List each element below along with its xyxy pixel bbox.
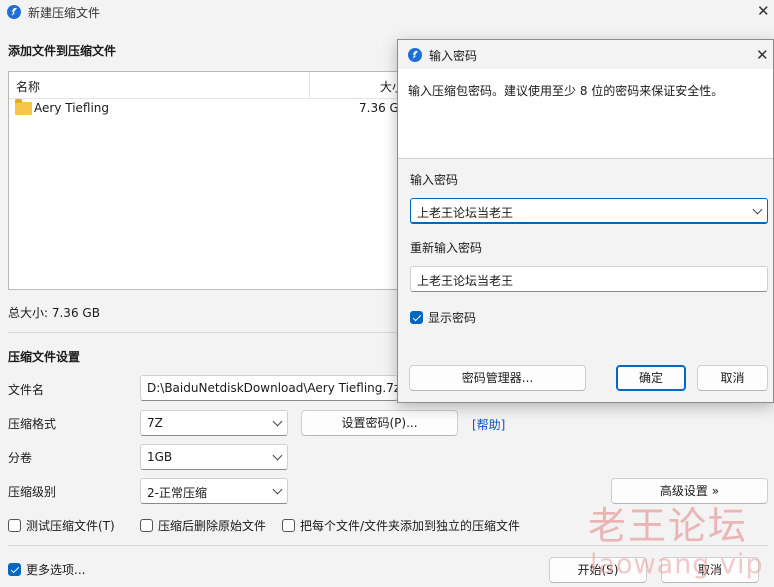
format-value: 7Z <box>147 416 163 430</box>
add-files-section-title: 添加文件到压缩文件 <box>8 44 117 58</box>
filename-label: 文件名 <box>8 383 45 397</box>
window-title: 新建压缩文件 <box>28 6 101 20</box>
watermark-url: laowang.vip <box>590 549 764 580</box>
file-list[interactable]: 名称 大小 Aery Tiefling 7.36 GB <box>8 71 410 290</box>
ok-button[interactable]: 确定 <box>616 365 686 391</box>
show-password-label: 显示密码 <box>428 311 477 325</box>
separate-archives-label: 把每个文件/文件夹添加到独立的压缩文件 <box>300 519 521 533</box>
help-link[interactable]: [帮助] <box>472 416 505 433</box>
close-icon[interactable]: ✕ <box>757 2 770 20</box>
divider <box>8 332 408 333</box>
checkbox-box[interactable] <box>410 311 423 324</box>
split-label: 分卷 <box>8 451 33 465</box>
delete-after-checkbox[interactable]: 压缩后删除原始文件 <box>140 517 266 534</box>
dialog-cancel-button[interactable]: 取消 <box>697 365 768 391</box>
set-password-button[interactable]: 设置密码(P)... <box>301 410 458 436</box>
password-value: 上老王论坛当老王 <box>417 206 514 220</box>
test-archive-checkbox[interactable]: 测试压缩文件(T) <box>8 517 115 534</box>
checkbox-box[interactable] <box>140 519 153 532</box>
settings-section-title: 压缩文件设置 <box>8 350 81 364</box>
dialog-description: 输入压缩包密码。建议使用至少 8 位的密码来保证安全性。 <box>408 84 724 98</box>
password-manager-button[interactable]: 密码管理器... <box>409 365 586 391</box>
chevron-down-icon[interactable] <box>752 204 763 215</box>
app-icon <box>408 48 422 62</box>
checkbox-box[interactable] <box>8 519 21 532</box>
level-select[interactable]: 2-正常压缩 <box>140 478 288 504</box>
watermark-text: 老王论坛 <box>588 504 749 548</box>
checkbox-box[interactable] <box>8 563 21 576</box>
password-label: 输入密码 <box>410 173 459 187</box>
show-password-checkbox[interactable]: 显示密码 <box>410 309 476 326</box>
split-value: 1GB <box>147 450 173 464</box>
confirm-password-label: 重新输入密码 <box>410 241 483 255</box>
total-size: 总大小: 7.36 GB <box>8 306 100 320</box>
checkbox-box[interactable] <box>282 519 295 532</box>
level-label: 压缩级别 <box>8 485 57 499</box>
more-options-label: 更多选项... <box>26 563 86 577</box>
filename-input[interactable]: D:\BaiduNetdiskDownload\Aery Tiefling.7z <box>140 375 398 401</box>
separate-archives-checkbox[interactable]: 把每个文件/文件夹添加到独立的压缩文件 <box>282 517 520 534</box>
app-icon <box>7 5 21 19</box>
password-input[interactable]: 上老王论坛当老王 <box>410 198 768 224</box>
confirm-password-input[interactable]: 上老王论坛当老王 <box>410 266 768 292</box>
test-archive-label: 测试压缩文件(T) <box>26 519 115 533</box>
delete-after-label: 压缩后删除原始文件 <box>158 519 267 533</box>
format-label: 压缩格式 <box>8 417 57 431</box>
level-value: 2-正常压缩 <box>147 486 207 500</box>
dialog-title: 输入密码 <box>429 49 478 63</box>
chevron-down-icon <box>272 450 283 461</box>
column-name-header[interactable]: 名称 <box>16 78 40 95</box>
column-separator[interactable] <box>309 72 310 99</box>
chevron-down-icon <box>272 484 283 495</box>
close-icon[interactable]: ✕ <box>756 46 769 64</box>
file-list-header: 名称 大小 <box>9 72 409 99</box>
split-select[interactable]: 1GB <box>140 444 288 470</box>
dialog-description-panel: 输入压缩包密码。建议使用至少 8 位的密码来保证安全性。 <box>398 69 773 159</box>
password-dialog: 输入密码 ✕ 输入压缩包密码。建议使用至少 8 位的密码来保证安全性。 输入密码… <box>397 39 774 403</box>
format-select[interactable]: 7Z <box>140 410 288 436</box>
file-name: Aery Tiefling <box>34 101 110 115</box>
folder-icon <box>15 99 32 115</box>
chevron-down-icon <box>272 416 283 427</box>
more-options-checkbox[interactable]: 更多选项... <box>8 561 85 578</box>
